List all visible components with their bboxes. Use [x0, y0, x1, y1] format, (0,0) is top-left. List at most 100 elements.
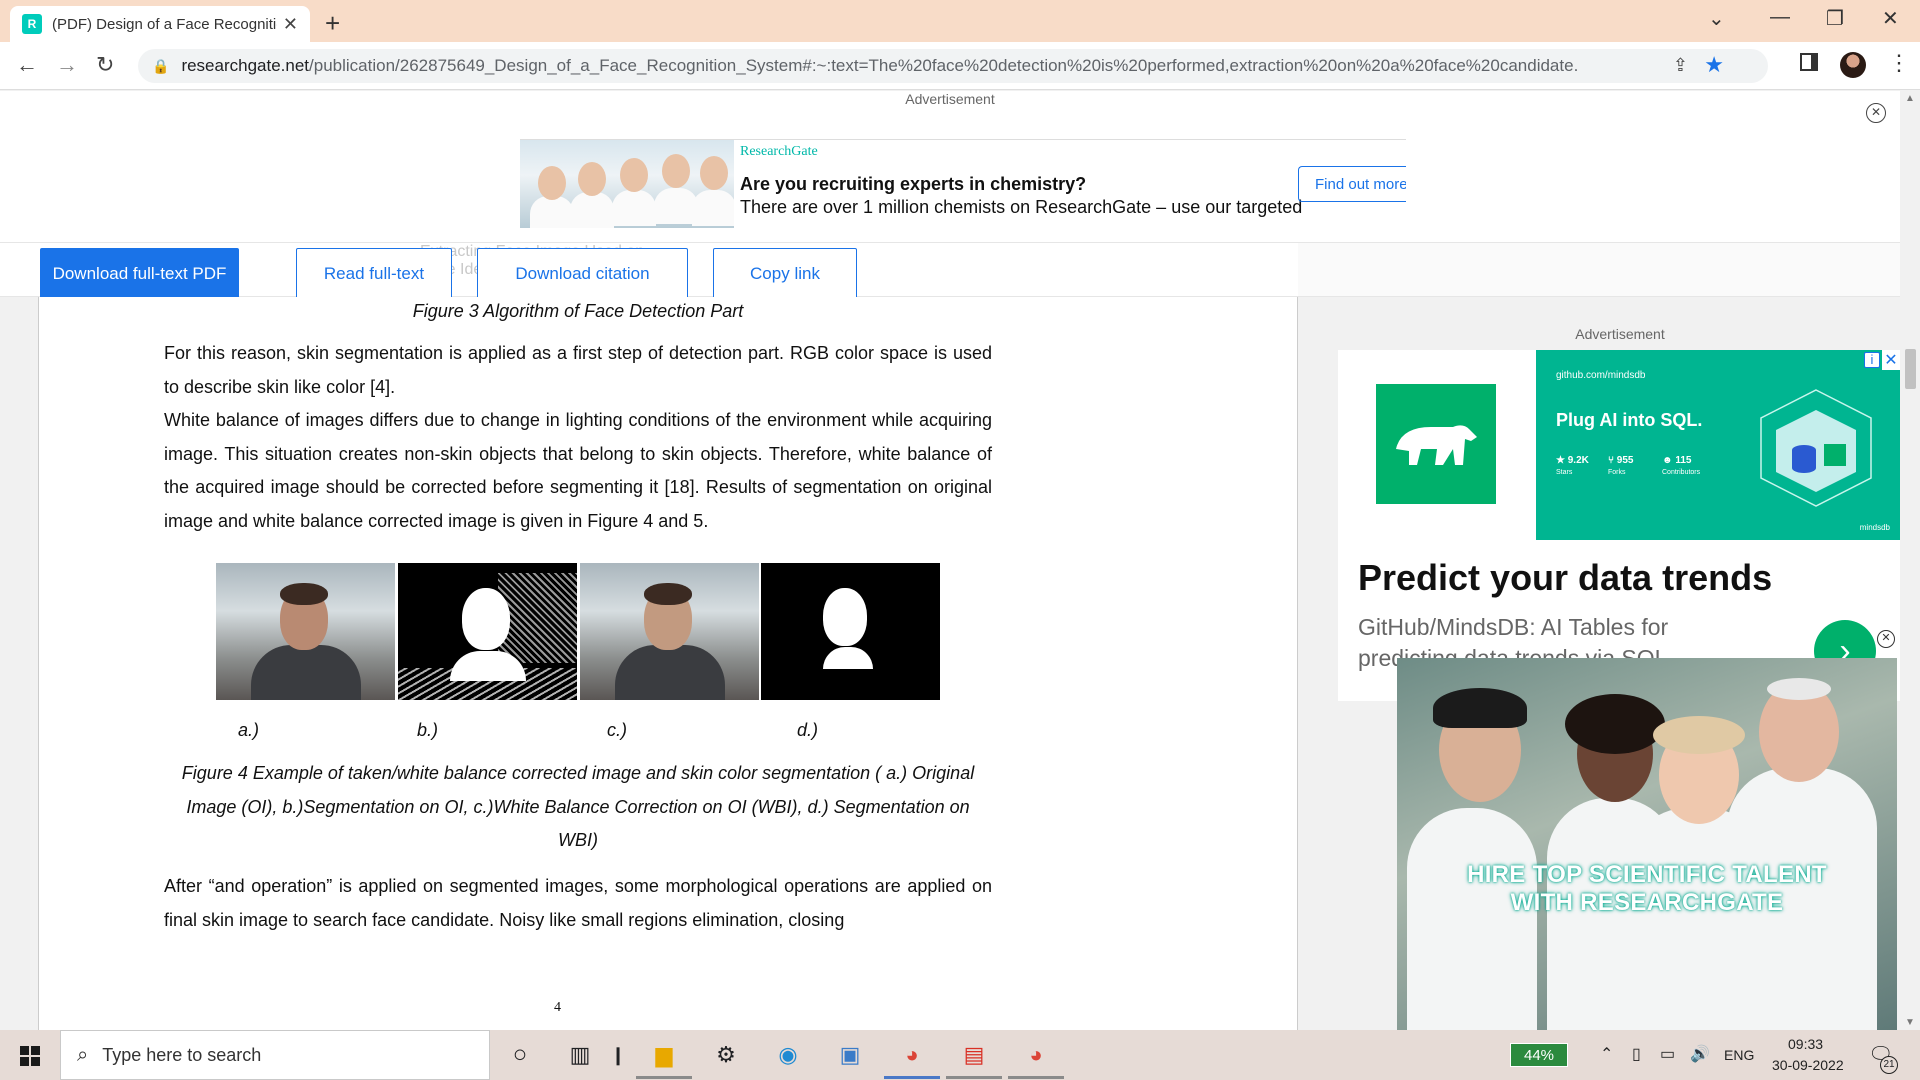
stars-label: Stars	[1556, 469, 1573, 476]
minimize-icon[interactable]: —	[1770, 6, 1790, 29]
scientists-photo	[520, 140, 734, 228]
contributors-stat: ☻ 115 Contributors	[1662, 455, 1701, 476]
mindsdb-bear-logo-icon	[1376, 384, 1496, 504]
edge-browser-icon[interactable]: ◉	[772, 1040, 804, 1070]
paragraph-2: White balance of images differs due to c…	[164, 410, 992, 531]
ad-dismiss-icon[interactable]: ✕	[1882, 350, 1900, 370]
forks-count: 955	[1616, 455, 1634, 466]
windows-start-icon[interactable]	[20, 1046, 40, 1066]
figure-4d-segmentation-wbi	[761, 563, 940, 700]
forks-label: Forks	[1608, 469, 1626, 476]
back-arrow-icon[interactable]: ←	[16, 52, 38, 78]
action-bar-side	[1298, 242, 1900, 297]
page-number: 4	[554, 1000, 561, 1015]
top-advertisement: Advertisement ✕ ResearchGate Are you rec…	[0, 91, 1900, 242]
banner-brand: mindsdb	[1859, 523, 1890, 532]
video-caption-line-2: WITH RESEARCHGATE	[1510, 889, 1784, 916]
stars-count: 9.2K	[1567, 455, 1589, 466]
windows-taskbar: ⌕ Type here to search ○ ▥ ❙ ▆ ⚙ ◉ ▣ ◕ ▤ …	[0, 1030, 1920, 1080]
clock-time[interactable]: 09:33	[1788, 1036, 1823, 1052]
recruiting-ad[interactable]: ResearchGate Are you recruiting experts …	[520, 139, 1406, 228]
banner-headline: Plug AI into SQL.	[1556, 410, 1703, 430]
search-icon: ⌕	[77, 1043, 89, 1066]
settings-gear-icon[interactable]: ⚙	[710, 1040, 742, 1070]
figure-4a-original-image	[216, 563, 395, 700]
lock-icon: 🔒	[152, 57, 170, 74]
bookmark-star-icon[interactable]: ★	[1704, 52, 1724, 78]
control-panel-icon[interactable]: ▣	[834, 1040, 866, 1070]
notification-count: 21	[1880, 1056, 1898, 1074]
new-tab-plus-icon[interactable]: +	[325, 8, 340, 39]
right-ad-headline: Predict your data trends	[1358, 557, 1773, 598]
clock-date[interactable]: 30-09-2022	[1772, 1057, 1844, 1073]
url-path: /publication/262875649_Design_of_a_Face_…	[309, 56, 1579, 75]
share-icon[interactable]: ⇪	[1673, 55, 1688, 76]
read-full-text-button[interactable]: Read full-text	[296, 248, 452, 299]
browser-toolbar: ← → ↻ 🔒 researchgate.net/publication/262…	[0, 42, 1920, 90]
battery-icon[interactable]: ▭	[1660, 1044, 1675, 1064]
forks-stat: ⑂ 955 Forks	[1608, 455, 1634, 476]
widgets-divider-icon: ❙	[610, 1044, 626, 1065]
volume-icon[interactable]: 🔊	[1690, 1044, 1710, 1064]
mindsdb-banner: github.com/mindsdb Plug AI into SQL. ★ 9…	[1338, 350, 1900, 540]
battery-percentage[interactable]: 44%	[1510, 1043, 1568, 1067]
subfigure-label-d: d.)	[797, 720, 819, 740]
cortana-circle-icon[interactable]: ○	[504, 1040, 536, 1070]
publication-action-bar: Extracting Face Image Used on Face Ident…	[0, 242, 1298, 299]
url-domain: researchgate.net	[181, 56, 310, 75]
figure-4b-segmentation-oi	[398, 563, 577, 700]
tab-close-icon[interactable]: ✕	[283, 14, 298, 35]
language-indicator[interactable]: ENG	[1724, 1047, 1754, 1063]
pdf-page: Figure 3 Algorithm of Face Detection Par…	[38, 297, 1298, 1030]
forward-arrow-icon[interactable]: →	[56, 52, 78, 78]
advertisement-label-right: Advertisement	[1575, 326, 1665, 342]
subfigure-label-a: a.)	[238, 720, 260, 740]
tray-chevron-up-icon[interactable]: ⌃	[1600, 1044, 1613, 1064]
adchoices-icon[interactable]: i	[1864, 352, 1880, 368]
advertisement-label: Advertisement	[905, 91, 995, 107]
profile-avatar[interactable]	[1840, 52, 1866, 78]
figure-3-caption: Figure 3 Algorithm of Face Detection Par…	[412, 301, 744, 321]
download-citation-button[interactable]: Download citation	[477, 248, 688, 299]
chrome-icon[interactable]: ◕	[896, 1040, 928, 1070]
mindsdb-teal-panel: github.com/mindsdb Plug AI into SQL. ★ 9…	[1536, 350, 1900, 540]
reload-icon[interactable]: ↻	[96, 52, 114, 78]
find-out-more-button[interactable]: Find out more	[1298, 166, 1406, 202]
contributors-label: Contributors	[1662, 469, 1701, 476]
chrome-active-underline	[884, 1076, 940, 1079]
download-pdf-button[interactable]: Download full-text PDF	[40, 248, 239, 299]
ad-close-icon[interactable]: ✕	[1866, 103, 1886, 123]
scroll-up-arrow-icon[interactable]: ▲	[1905, 93, 1915, 104]
scroll-down-arrow-icon[interactable]: ▼	[1905, 1017, 1915, 1028]
device-icon[interactable]: ▯	[1632, 1044, 1641, 1064]
pdf-reader-underline	[946, 1076, 1002, 1079]
task-view-icon[interactable]: ▥	[564, 1040, 596, 1070]
researchgate-favicon-icon: R	[22, 14, 42, 34]
paragraph-3: After “and operation” is applied on segm…	[164, 876, 992, 930]
video-advertisement[interactable]: HIRE TOP SCIENTIFIC TALENT WITH RESEARCHG…	[1397, 658, 1897, 1030]
kebab-menu-icon[interactable]: ⋮	[1888, 50, 1910, 76]
pdf-reader-icon[interactable]: ▤	[958, 1040, 990, 1070]
figure-4c-white-balance-image	[580, 563, 759, 700]
tab-search-chevron-icon[interactable]: ⌄	[1708, 6, 1725, 31]
tab-title: (PDF) Design of a Face Recognition	[52, 15, 277, 33]
restore-icon[interactable]: ❐	[1826, 6, 1844, 31]
video-ad-close-icon[interactable]: ✕	[1877, 630, 1895, 648]
scroll-thumb[interactable]	[1905, 349, 1916, 389]
mindsdb-ad[interactable]: github.com/mindsdb Plug AI into SQL. ★ 9…	[1338, 350, 1900, 701]
file-explorer-icon[interactable]: ▆	[648, 1040, 680, 1070]
browser-tab[interactable]: R (PDF) Design of a Face Recognition ✕	[10, 6, 310, 42]
address-bar[interactable]: 🔒 researchgate.net/publication/262875649…	[138, 49, 1768, 83]
subfigure-label-c: c.)	[607, 720, 627, 740]
ad-brand: ResearchGate	[740, 144, 818, 159]
side-panel-icon[interactable]	[1800, 53, 1818, 71]
copy-link-button[interactable]: Copy link	[713, 248, 857, 299]
page-scrollbar[interactable]: ▲ ▼	[1900, 91, 1920, 1030]
ad-headline: Are you recruiting experts in chemistry?	[740, 174, 1087, 194]
taskbar-search-box[interactable]: ⌕ Type here to search	[60, 1030, 490, 1080]
video-ad-caption: HIRE TOP SCIENTIFIC TALENT WITH RESEARCHG…	[1397, 861, 1897, 917]
chrome-profile-underline	[1008, 1076, 1064, 1079]
search-placeholder: Type here to search	[102, 1044, 262, 1065]
chrome-profile-icon[interactable]: ◕	[1020, 1040, 1052, 1070]
window-close-icon[interactable]: ✕	[1882, 6, 1899, 31]
